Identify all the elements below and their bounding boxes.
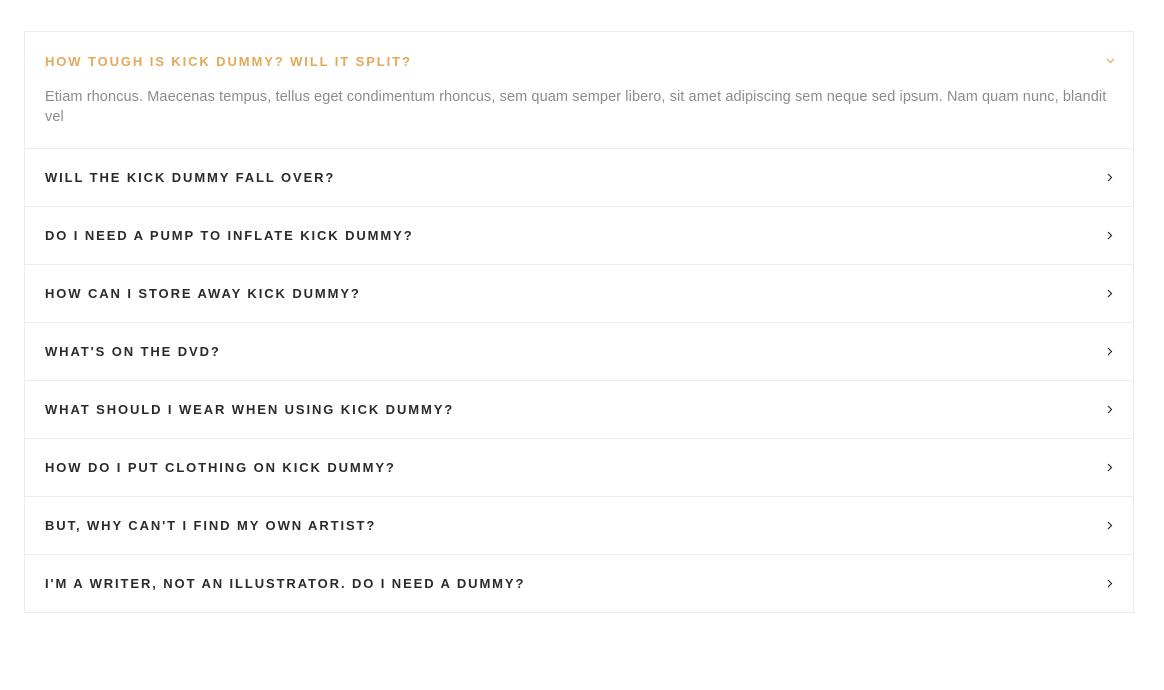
chevron-right-icon[interactable] <box>1105 405 1115 415</box>
chevron-right-icon[interactable] <box>1105 173 1115 183</box>
chevron-right-icon[interactable] <box>1105 289 1115 299</box>
faq-question-header[interactable]: HOW TOUGH IS KICK DUMMY? WILL IT SPLIT? <box>25 32 1133 90</box>
faq-item-tough: HOW TOUGH IS KICK DUMMY? WILL IT SPLIT? … <box>25 32 1133 148</box>
faq-item-fall-over: WILL THE KICK DUMMY FALL OVER? <box>25 148 1133 206</box>
chevron-right-icon[interactable] <box>1105 579 1115 589</box>
faq-item-store: HOW CAN I STORE AWAY KICK DUMMY? <box>25 264 1133 322</box>
faq-question-title: HOW CAN I STORE AWAY KICK DUMMY? <box>45 286 361 301</box>
faq-question-title: BUT, WHY CAN'T I FIND MY OWN ARTIST? <box>45 518 377 533</box>
faq-answer-text: Etiam rhoncus. Maecenas tempus, tellus e… <box>45 89 1107 125</box>
faq-accordion: HOW TOUGH IS KICK DUMMY? WILL IT SPLIT? … <box>24 31 1134 613</box>
chevron-right-icon[interactable] <box>1105 463 1115 473</box>
faq-item-writer: I'M A WRITER, NOT AN ILLUSTRATOR. DO I N… <box>25 554 1133 612</box>
faq-question-header[interactable]: HOW CAN I STORE AWAY KICK DUMMY? <box>25 265 1133 322</box>
faq-question-title: HOW DO I PUT CLOTHING ON KICK DUMMY? <box>45 460 396 475</box>
faq-item-clothing: HOW DO I PUT CLOTHING ON KICK DUMMY? <box>25 438 1133 496</box>
chevron-right-icon[interactable] <box>1105 521 1115 531</box>
faq-item-pump: DO I NEED A PUMP TO INFLATE KICK DUMMY? <box>25 206 1133 264</box>
faq-question-title: I'M A WRITER, NOT AN ILLUSTRATOR. DO I N… <box>45 576 526 591</box>
chevron-right-icon[interactable] <box>1105 231 1115 241</box>
faq-question-title: WHAT'S ON THE DVD? <box>45 344 221 359</box>
faq-item-dvd: WHAT'S ON THE DVD? <box>25 322 1133 380</box>
faq-question-title: WHAT SHOULD I WEAR WHEN USING KICK DUMMY… <box>45 402 455 417</box>
faq-item-wear: WHAT SHOULD I WEAR WHEN USING KICK DUMMY… <box>25 380 1133 438</box>
faq-item-artist: BUT, WHY CAN'T I FIND MY OWN ARTIST? <box>25 496 1133 554</box>
faq-question-title: WILL THE KICK DUMMY FALL OVER? <box>45 170 336 185</box>
chevron-down-icon[interactable] <box>1105 56 1115 66</box>
faq-question-header[interactable]: BUT, WHY CAN'T I FIND MY OWN ARTIST? <box>25 497 1133 554</box>
faq-question-header[interactable]: WHAT'S ON THE DVD? <box>25 323 1133 380</box>
faq-question-header[interactable]: WILL THE KICK DUMMY FALL OVER? <box>25 149 1133 206</box>
faq-question-header[interactable]: WHAT SHOULD I WEAR WHEN USING KICK DUMMY… <box>25 381 1133 438</box>
faq-question-title: DO I NEED A PUMP TO INFLATE KICK DUMMY? <box>45 228 414 243</box>
faq-question-header[interactable]: DO I NEED A PUMP TO INFLATE KICK DUMMY? <box>25 207 1133 264</box>
faq-question-title: HOW TOUGH IS KICK DUMMY? WILL IT SPLIT? <box>45 53 412 69</box>
faq-question-header[interactable]: HOW DO I PUT CLOTHING ON KICK DUMMY? <box>25 439 1133 496</box>
faq-question-header[interactable]: I'M A WRITER, NOT AN ILLUSTRATOR. DO I N… <box>25 555 1133 612</box>
chevron-right-icon[interactable] <box>1105 347 1115 357</box>
